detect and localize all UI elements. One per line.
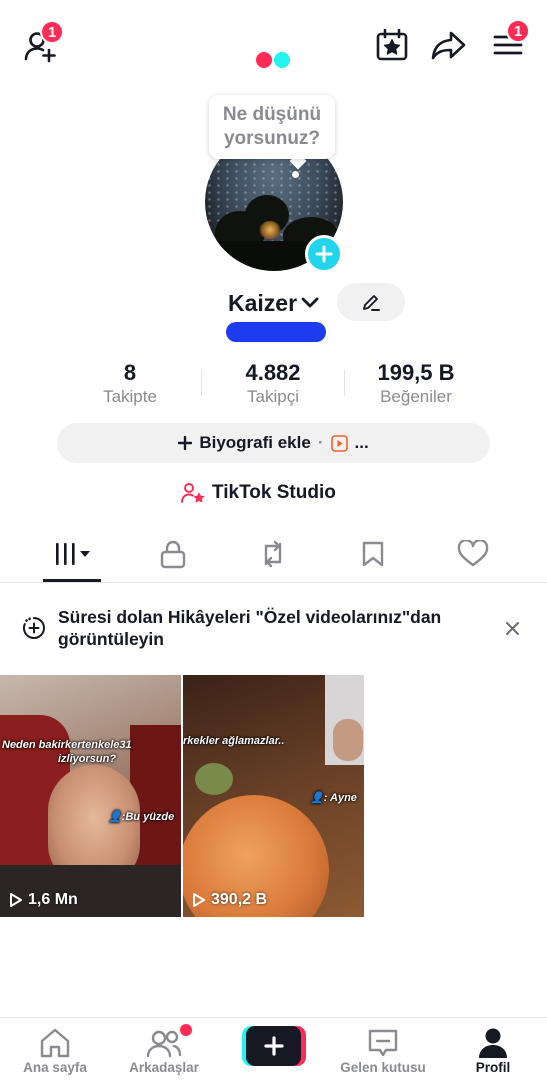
followers-label: Takipçi <box>247 387 299 406</box>
view-count-value: 1,6 Mn <box>28 891 78 908</box>
nav-friends-label: Arkadaşlar <box>129 1060 199 1075</box>
content-tab-bar <box>0 528 547 583</box>
nav-profile[interactable]: Profil <box>443 1026 543 1075</box>
status-prompt-line: yorsunuz? <box>223 128 321 149</box>
video-caption-tag: 👤:Bu yüzde <box>108 811 175 823</box>
videos-grid-icon <box>56 543 90 565</box>
tab-reposts[interactable] <box>243 528 303 580</box>
add-bio-label: Biyografi ekle <box>199 433 311 452</box>
likes-label: Beğeniler <box>380 387 452 406</box>
user-star-icon <box>181 483 205 503</box>
following-stat[interactable]: 8 Takipte <box>65 360 195 408</box>
add-story-button[interactable] <box>305 235 343 273</box>
tab-private[interactable] <box>143 528 203 580</box>
following-label: Takipte <box>103 387 157 406</box>
repost-icon <box>264 540 282 568</box>
play-icon <box>10 893 22 907</box>
followers-stat[interactable]: 4.882 Takipçi <box>208 360 338 408</box>
bottom-navigation: Ana sayfa Arkadaşlar Gelen kutusu Profil <box>0 1017 547 1080</box>
calendar-button[interactable] <box>372 25 412 65</box>
logo-red-dot <box>256 52 272 68</box>
tab-videos[interactable] <box>44 528 104 580</box>
status-note-bubble[interactable]: Ne düşünü yorsunuz? <box>209 95 335 159</box>
friends-notification-dot <box>180 1024 192 1036</box>
add-friend-button[interactable]: 1 <box>20 20 64 66</box>
nav-inbox[interactable]: Gelen kutusu <box>333 1026 433 1075</box>
stat-divider <box>201 370 202 396</box>
redacted-handle <box>226 322 326 342</box>
logo-cyan-dot <box>274 52 290 68</box>
share-arrow-icon <box>431 31 466 60</box>
nav-home-label: Ana sayfa <box>23 1060 87 1075</box>
active-tab-indicator <box>43 579 101 582</box>
video-caption: rkekler ağlamazlar.. <box>183 735 285 747</box>
nav-home[interactable]: Ana sayfa <box>5 1026 105 1075</box>
plus-icon <box>315 245 333 263</box>
video-play-icon <box>330 434 348 452</box>
following-count: 8 <box>123 360 137 385</box>
nav-profile-label: Profil <box>475 1060 511 1075</box>
heart-icon <box>457 540 489 567</box>
notice-text: Süresi dolan Hikâyeleri "Özel videoların… <box>58 607 442 649</box>
close-icon[interactable] <box>505 621 520 636</box>
home-icon <box>40 1028 70 1058</box>
tab-favorites[interactable] <box>343 528 403 580</box>
lock-icon <box>160 540 186 569</box>
tab-liked[interactable] <box>443 528 503 580</box>
bio-separator: · <box>317 433 324 452</box>
share-profile-button[interactable] <box>429 25 469 65</box>
view-count-value: 390,2 B <box>211 891 268 908</box>
friends-icon <box>146 1030 182 1058</box>
video-caption: Neden bakirkertenkele31 <box>2 739 132 751</box>
play-icon <box>193 893 205 907</box>
create-video-button[interactable] <box>242 1026 306 1066</box>
expired-stories-notice[interactable]: Süresi dolan Hikâyeleri "Özel videoların… <box>0 596 547 660</box>
tiktok-logo <box>256 52 296 68</box>
bookmark-icon <box>362 541 384 567</box>
tiktok-studio-label: TikTok Studio <box>212 482 336 503</box>
edit-profile-button[interactable] <box>337 283 405 321</box>
view-count: 1,6 Mn <box>9 891 78 909</box>
calendar-star-icon <box>376 28 408 61</box>
add-bio-button[interactable]: Biyografi ekle · ... <box>57 423 490 463</box>
username-switcher[interactable]: Kaizer <box>228 287 319 319</box>
tiktok-studio-link[interactable]: TikTok Studio <box>180 482 336 504</box>
story-plus-icon <box>23 617 45 639</box>
view-count: 390,2 B <box>192 891 267 909</box>
chevron-down-icon <box>301 297 319 308</box>
stat-divider <box>344 370 345 396</box>
plus-icon <box>178 436 193 450</box>
pencil-icon <box>363 295 380 311</box>
nav-friends[interactable]: Arkadaşlar <box>114 1024 214 1075</box>
video-thumbnail[interactable]: Neden bakirkertenkele31 izliyorsun? 👤:Bu… <box>0 675 181 917</box>
plus-icon <box>263 1036 284 1056</box>
followers-count: 4.882 <box>245 360 301 385</box>
likes-stat[interactable]: 199,5 B Beğeniler <box>351 360 481 408</box>
bubble-dot <box>292 171 299 178</box>
video-caption-tag: 👤: Ayne <box>310 792 357 804</box>
likes-count: 199,5 B <box>377 360 455 385</box>
bio-more: ... <box>354 433 369 452</box>
menu-button[interactable]: 1 <box>488 19 530 65</box>
notification-badge: 1 <box>40 20 64 44</box>
inbox-icon <box>368 1029 398 1057</box>
status-prompt-line: Ne düşünü <box>222 104 322 125</box>
nav-inbox-label: Gelen kutusu <box>340 1060 426 1075</box>
notification-badge: 1 <box>506 19 530 43</box>
profile-icon <box>479 1028 507 1058</box>
video-thumbnail[interactable]: rkekler ağlamazlar.. 👤: Ayne 390,2 B <box>183 675 364 917</box>
video-caption: izliyorsun? <box>58 753 117 765</box>
username: Kaizer <box>228 289 298 316</box>
